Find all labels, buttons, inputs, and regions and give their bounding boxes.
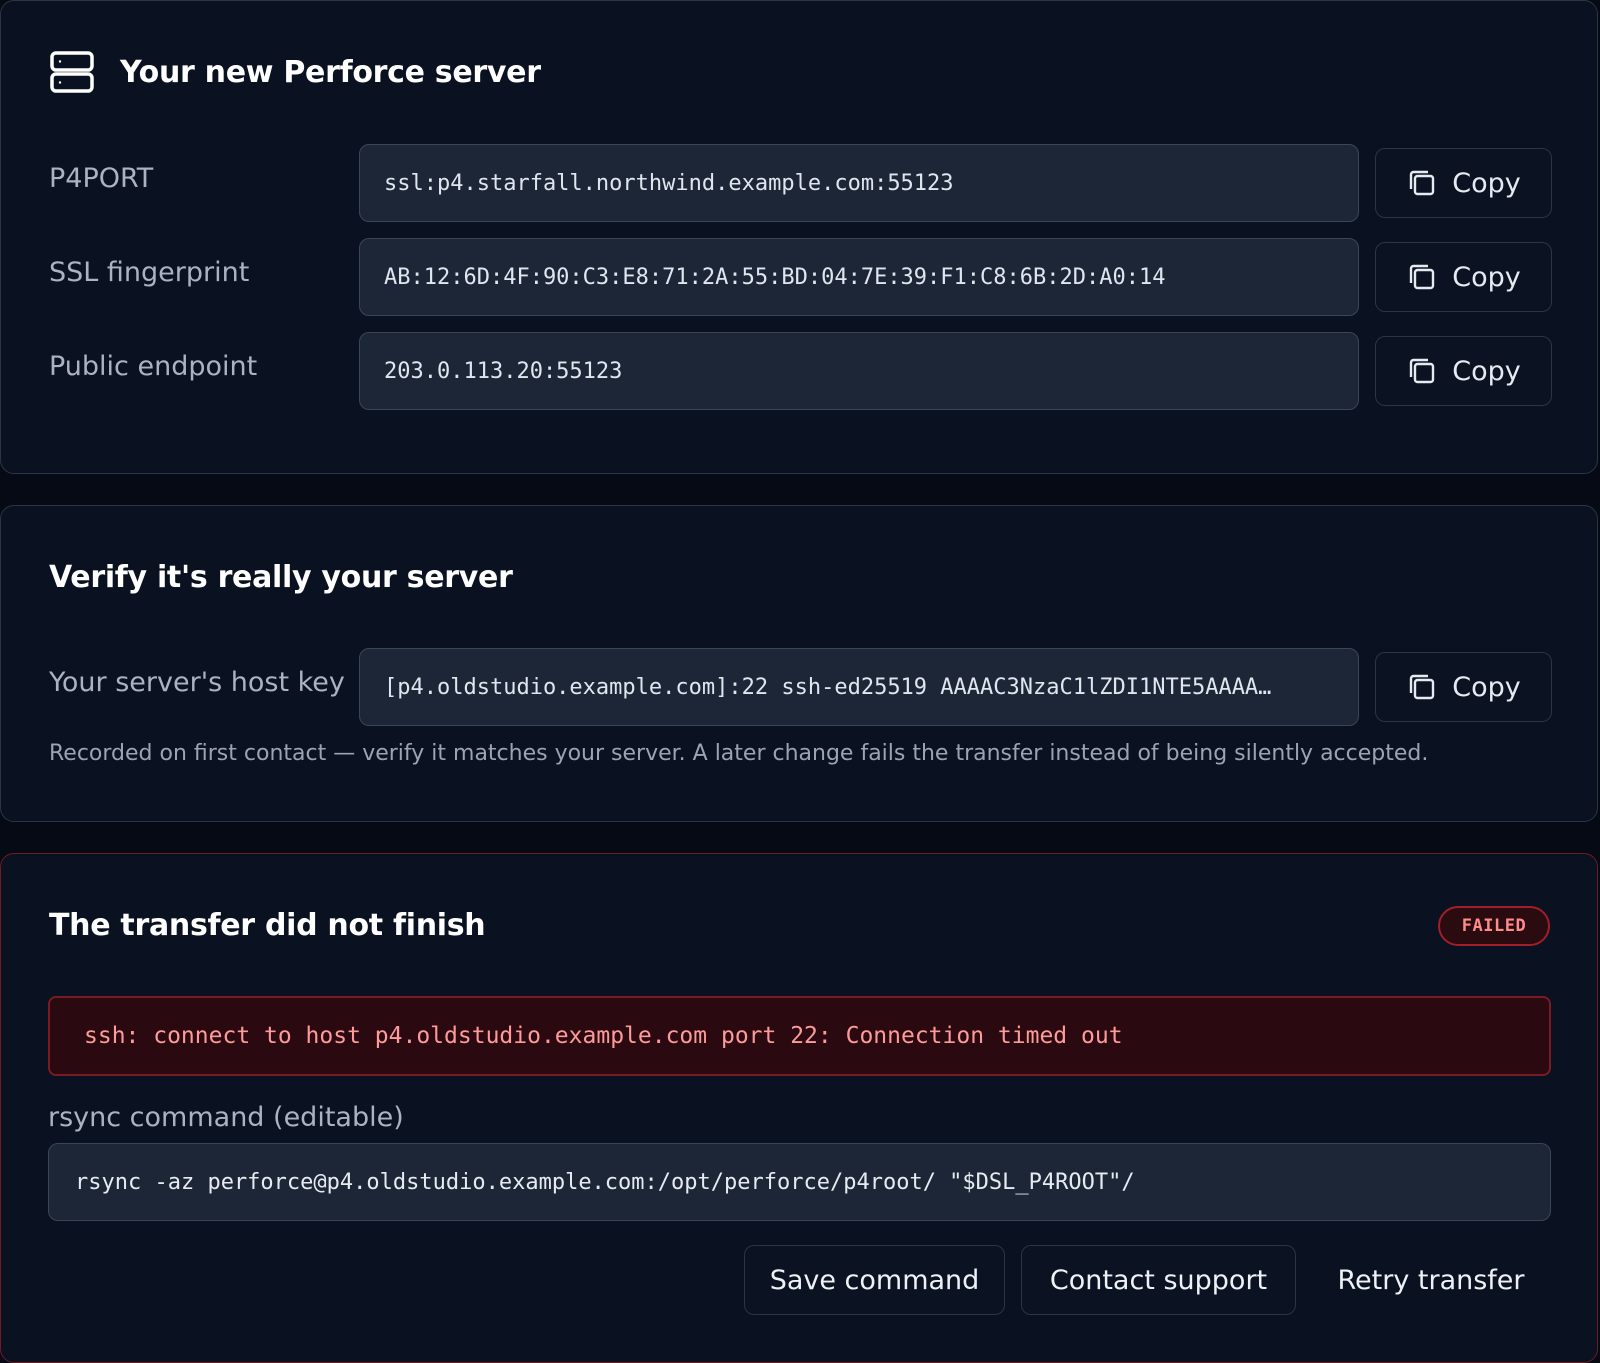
copy-label: Copy	[1452, 261, 1521, 293]
contact-support-button[interactable]: Contact support	[1021, 1245, 1296, 1315]
server-icon	[50, 51, 94, 93]
p4port-value: ssl:p4.starfall.northwind.example.com:55…	[384, 170, 954, 196]
copy-label: Copy	[1452, 167, 1521, 199]
public-endpoint-label: Public endpoint	[49, 351, 258, 382]
ssl-fingerprint-value: AB:12:6D:4F:90:C3:E8:71:2A:55:BD:04:7E:3…	[384, 264, 1166, 290]
copy-icon	[1410, 264, 1435, 290]
rsync-command-input[interactable]: rsync -az perforce@p4.oldstudio.example.…	[48, 1143, 1551, 1221]
copy-icon	[1410, 674, 1435, 700]
copy-icon	[1410, 170, 1435, 196]
server-card-title: Your new Perforce server	[120, 55, 541, 90]
retry-transfer-button[interactable]: Retry transfer	[1322, 1245, 1540, 1315]
status-badge: FAILED	[1438, 906, 1550, 946]
copy-label: Copy	[1452, 355, 1521, 387]
host-key-field[interactable]: [p4.oldstudio.example.com]:22 ssh-ed2551…	[359, 648, 1359, 726]
error-message: ssh: connect to host p4.oldstudio.exampl…	[48, 996, 1551, 1076]
verify-card-title: Verify it's really your server	[49, 560, 513, 595]
copy-label: Copy	[1452, 671, 1521, 703]
p4port-label: P4PORT	[49, 163, 154, 194]
verify-card: Verify it's really your server Your serv…	[0, 505, 1598, 822]
host-key-label: Your server's host key	[49, 667, 345, 698]
failure-card-title: The transfer did not finish	[49, 908, 486, 943]
copy-endpoint-button[interactable]: Copy	[1375, 336, 1552, 406]
command-label: rsync command (editable)	[48, 1102, 404, 1133]
copy-icon	[1410, 358, 1435, 384]
ssl-fingerprint-field[interactable]: AB:12:6D:4F:90:C3:E8:71:2A:55:BD:04:7E:3…	[359, 238, 1359, 316]
host-key-value: [p4.oldstudio.example.com]:22 ssh-ed2551…	[384, 674, 1272, 700]
public-endpoint-field[interactable]: 203.0.113.20:55123	[359, 332, 1359, 410]
ssl-fingerprint-label: SSL fingerprint	[49, 257, 250, 288]
host-key-note: Recorded on first contact — verify it ma…	[49, 741, 1429, 766]
p4port-field[interactable]: ssl:p4.starfall.northwind.example.com:55…	[359, 144, 1359, 222]
save-command-button[interactable]: Save command	[744, 1245, 1005, 1315]
copy-p4port-button[interactable]: Copy	[1375, 148, 1552, 218]
copy-fingerprint-button[interactable]: Copy	[1375, 242, 1552, 312]
copy-host-key-button[interactable]: Copy	[1375, 652, 1552, 722]
public-endpoint-value: 203.0.113.20:55123	[384, 358, 623, 384]
server-card: Your new Perforce server P4PORT ssl:p4.s…	[0, 0, 1598, 474]
